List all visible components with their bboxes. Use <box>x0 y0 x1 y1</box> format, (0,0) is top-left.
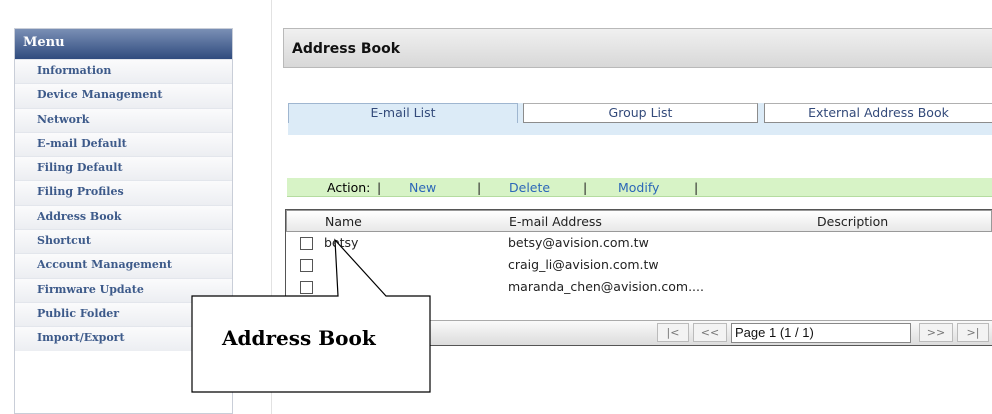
sidebar-item-filing-profiles[interactable]: Filing Profiles <box>15 180 232 205</box>
row-checkbox[interactable] <box>300 237 313 250</box>
sidebar-item-public-folder[interactable]: Public Folder <box>15 301 232 327</box>
sidebar-item-network[interactable]: Network <box>15 107 232 132</box>
tab-external-address-book[interactable]: External Address Book <box>764 103 992 123</box>
next-page-button[interactable]: >> <box>919 323 953 342</box>
action-separator: | <box>477 180 482 195</box>
sidebar-item-import-export[interactable]: Import/Export <box>15 326 232 351</box>
page-header: Address Book <box>283 28 992 68</box>
table-row[interactable]: maranda_chen@avision.com.... <box>286 276 992 298</box>
action-label: Action: <box>327 180 371 195</box>
callout-label: Address Book <box>222 326 376 350</box>
row-checkbox[interactable] <box>300 259 313 272</box>
first-page-button[interactable]: |< <box>657 323 689 342</box>
tab-strip: E-mail List Group List External Address … <box>288 103 992 135</box>
tab-group-list[interactable]: Group List <box>523 103 758 123</box>
divider <box>271 0 272 414</box>
sidebar-item-information[interactable]: Information <box>15 59 232 84</box>
table-row[interactable]: betsy betsy@avision.com.tw <box>286 232 992 254</box>
action-bar: Action: | New | Delete | Modify | <box>287 178 992 197</box>
column-header-name[interactable]: Name <box>325 214 362 229</box>
table-header: Name E-mail Address Description <box>286 210 992 232</box>
column-header-email[interactable]: E-mail Address <box>509 214 602 229</box>
modify-button[interactable]: Modify <box>618 178 659 197</box>
sidebar-menu: Menu Information Device Management Netwo… <box>14 28 233 414</box>
address-table: Name E-mail Address Description betsy be… <box>285 209 992 346</box>
row-email: betsy@avision.com.tw <box>508 235 649 250</box>
delete-button[interactable]: Delete <box>509 178 550 197</box>
menu-header: Menu <box>15 29 232 59</box>
sidebar-item-firmware-update[interactable]: Firmware Update <box>15 277 232 302</box>
new-button[interactable]: New <box>409 178 436 197</box>
column-header-description[interactable]: Description <box>817 214 888 229</box>
sidebar-item-address-book[interactable]: Address Book <box>15 204 232 230</box>
sidebar-item-email-default[interactable]: E-mail Default <box>15 131 232 157</box>
row-name: betsy <box>324 235 359 250</box>
sidebar-item-shortcut[interactable]: Shortcut <box>15 229 232 254</box>
action-separator: | <box>694 180 699 195</box>
sidebar-item-account-management[interactable]: Account Management <box>15 253 232 278</box>
page-title: Address Book <box>292 41 401 57</box>
tab-email-list[interactable]: E-mail List <box>288 103 518 123</box>
row-checkbox[interactable] <box>300 281 313 294</box>
pager: |< << Page 1 (1 / 1) >> >| <box>286 320 992 345</box>
last-page-button[interactable]: >| <box>957 323 989 342</box>
action-separator: | <box>583 180 588 195</box>
table-row[interactable]: craig_li@avision.com.tw <box>286 254 992 276</box>
page-indicator[interactable]: Page 1 (1 / 1) <box>731 323 911 343</box>
sidebar-item-device-management[interactable]: Device Management <box>15 83 232 108</box>
sidebar-item-filing-default[interactable]: Filing Default <box>15 156 232 181</box>
action-separator: | <box>377 180 382 195</box>
prev-page-button[interactable]: << <box>693 323 727 342</box>
row-email: craig_li@avision.com.tw <box>508 257 659 272</box>
row-email: maranda_chen@avision.com.... <box>508 279 704 294</box>
